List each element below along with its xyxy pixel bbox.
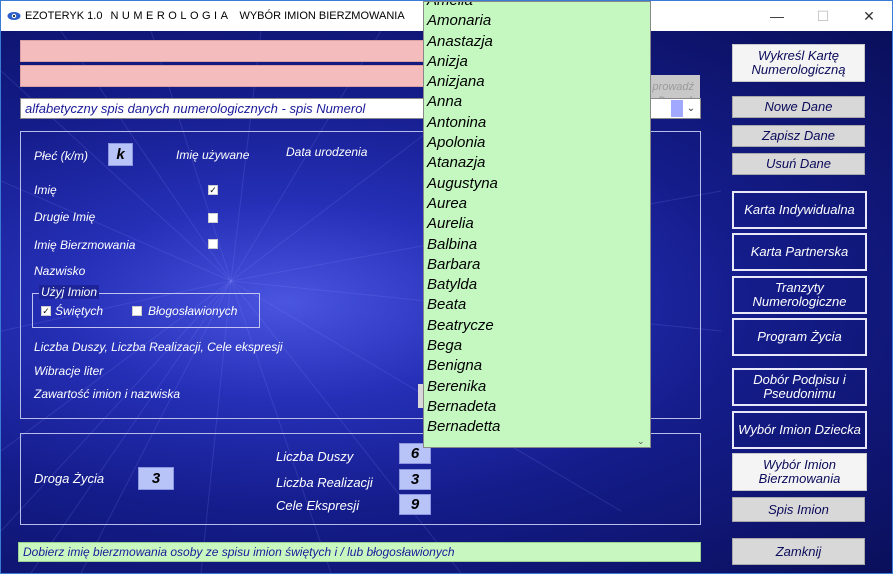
list-item[interactable]: Anizjana <box>424 72 650 92</box>
save-data-button[interactable]: Zapisz Dane <box>732 125 865 147</box>
list-item[interactable]: Bernadetta <box>424 417 650 437</box>
first-name-label: Imię <box>34 183 57 197</box>
combo-selection <box>671 100 683 117</box>
life-path-value: 3 <box>138 467 174 490</box>
app-name: EZOTERYK 1.0 <box>25 10 103 22</box>
surname-label: Nazwisko <box>34 264 86 278</box>
list-item[interactable]: Antonina <box>424 113 650 133</box>
list-item[interactable]: Amonaria <box>424 11 650 31</box>
list-item[interactable]: Benigna <box>424 356 650 376</box>
use-names-group: Użyj Imion ✓ Świętych Błogosławionych <box>32 285 260 328</box>
saints-label: Świętych <box>55 304 104 318</box>
transits-button[interactable]: Tranzyty Numerologiczne <box>732 276 867 314</box>
list-item[interactable]: Augustyna <box>424 174 650 194</box>
combo-value: alfabetyczny spis danych numerologicznyc… <box>25 101 366 116</box>
maximize-icon[interactable]: ☐ <box>800 1 846 31</box>
list-item[interactable]: Bernadeta <box>424 397 650 417</box>
blessed-checkbox[interactable] <box>132 306 142 316</box>
list-item[interactable]: Beatrycze <box>424 316 650 336</box>
window-title: EZOTERYK 1.0 NUMEROLOGIA WYBÓR IMION BIERZ… <box>25 10 405 22</box>
list-item[interactable]: Aurea <box>424 194 650 214</box>
enter-data-line1: prowadź <box>652 81 694 93</box>
window-controls: — ☐ ✕ <box>754 1 892 31</box>
use-names-legend: Użyj Imion <box>39 285 100 299</box>
app-window: EZOTERYK 1.0 NUMEROLOGIA WYBÓR IMION BIERZ… <box>0 0 893 574</box>
expression-number-value: 9 <box>399 494 431 515</box>
draw-chart-button[interactable]: Wykreśl Kartę Numerologiczną <box>732 44 865 82</box>
name-list-button[interactable]: Spis Imion <box>732 497 865 522</box>
minimize-icon[interactable]: — <box>754 1 800 31</box>
list-item[interactable]: Balbina <box>424 235 650 255</box>
expression-number-label: Cele Ekspresji <box>276 498 360 513</box>
names-dropdown-list[interactable]: Amelia Amonaria Anastazja Anizja Anizjan… <box>423 1 651 448</box>
second-name-checkbox[interactable] <box>208 213 218 223</box>
list-item[interactable]: Batylda <box>424 275 650 295</box>
first-name-checkbox[interactable]: ✓ <box>208 185 218 195</box>
signature-button[interactable]: Dobór Podpisu i Pseudonimu <box>732 368 867 406</box>
name-content-label: Zawartość imion i nazwiska <box>34 387 181 401</box>
close-icon[interactable]: ✕ <box>846 1 892 31</box>
scroll-down-icon[interactable]: ⌄ <box>637 436 645 447</box>
sex-field[interactable]: k <box>108 143 133 166</box>
letter-vibrations-label: Wibracje liter <box>34 364 104 378</box>
birthdate-label: Data urodzenia <box>286 145 368 159</box>
close-button[interactable]: Zamknij <box>732 538 865 565</box>
list-item[interactable]: Beata <box>424 295 650 315</box>
list-item[interactable]: Aurelia <box>424 214 650 234</box>
module-name: NUMEROLOGIA <box>110 10 232 22</box>
chevron-down-icon[interactable]: ⌄ <box>684 100 698 117</box>
delete-data-button[interactable]: Usuń Dane <box>732 153 865 175</box>
confirmation-names-button[interactable]: Wybór Imion Bierzmowania <box>732 453 867 491</box>
list-item[interactable]: Apolonia <box>424 133 650 153</box>
list-item[interactable]: Anizja <box>424 52 650 72</box>
life-path-label: Droga Życia <box>34 471 105 486</box>
list-item[interactable]: Anna <box>424 92 650 112</box>
confirmation-name-checkbox[interactable] <box>208 239 218 249</box>
blessed-label: Błogosławionych <box>148 304 238 318</box>
saints-checkbox[interactable]: ✓ <box>41 306 51 316</box>
new-data-button[interactable]: Nowe Dane <box>732 96 865 118</box>
list-item[interactable]: Amelia <box>424 2 650 11</box>
life-program-button[interactable]: Program Życia <box>732 318 867 356</box>
sex-label: Płeć (k/m) <box>34 149 88 163</box>
list-scrollbar[interactable]: ⌄ <box>634 2 650 447</box>
status-bar: Dobierz imię bierzmowania osoby ze spisu… <box>18 542 701 562</box>
child-names-button[interactable]: Wybór Imion Dziecka <box>732 411 867 449</box>
partner-chart-button[interactable]: Karta Partnerska <box>732 233 867 271</box>
realization-number-value: 3 <box>399 469 431 490</box>
individual-chart-button[interactable]: Karta Indywidualna <box>732 191 867 229</box>
list-item[interactable]: Barbara <box>424 255 650 275</box>
confirmation-name-label: Imię Bierzmowania <box>34 238 136 252</box>
list-item[interactable]: Anastazja <box>424 32 650 52</box>
second-name-label: Drugie Imię <box>34 210 96 224</box>
list-item[interactable]: Bega <box>424 336 650 356</box>
realization-number-label: Liczba Realizacji <box>276 475 373 490</box>
list-item[interactable]: Berenika <box>424 377 650 397</box>
used-name-label: Imię używane <box>176 148 250 162</box>
app-eye-icon <box>7 12 21 20</box>
soul-realization-label: Liczba Duszy, Liczba Realizacji, Cele ek… <box>34 340 283 354</box>
list-item[interactable]: Atanazja <box>424 153 650 173</box>
window-subtitle: WYBÓR IMION BIERZMOWANIA <box>239 10 405 22</box>
soul-number-label: Liczba Duszy <box>276 449 354 464</box>
